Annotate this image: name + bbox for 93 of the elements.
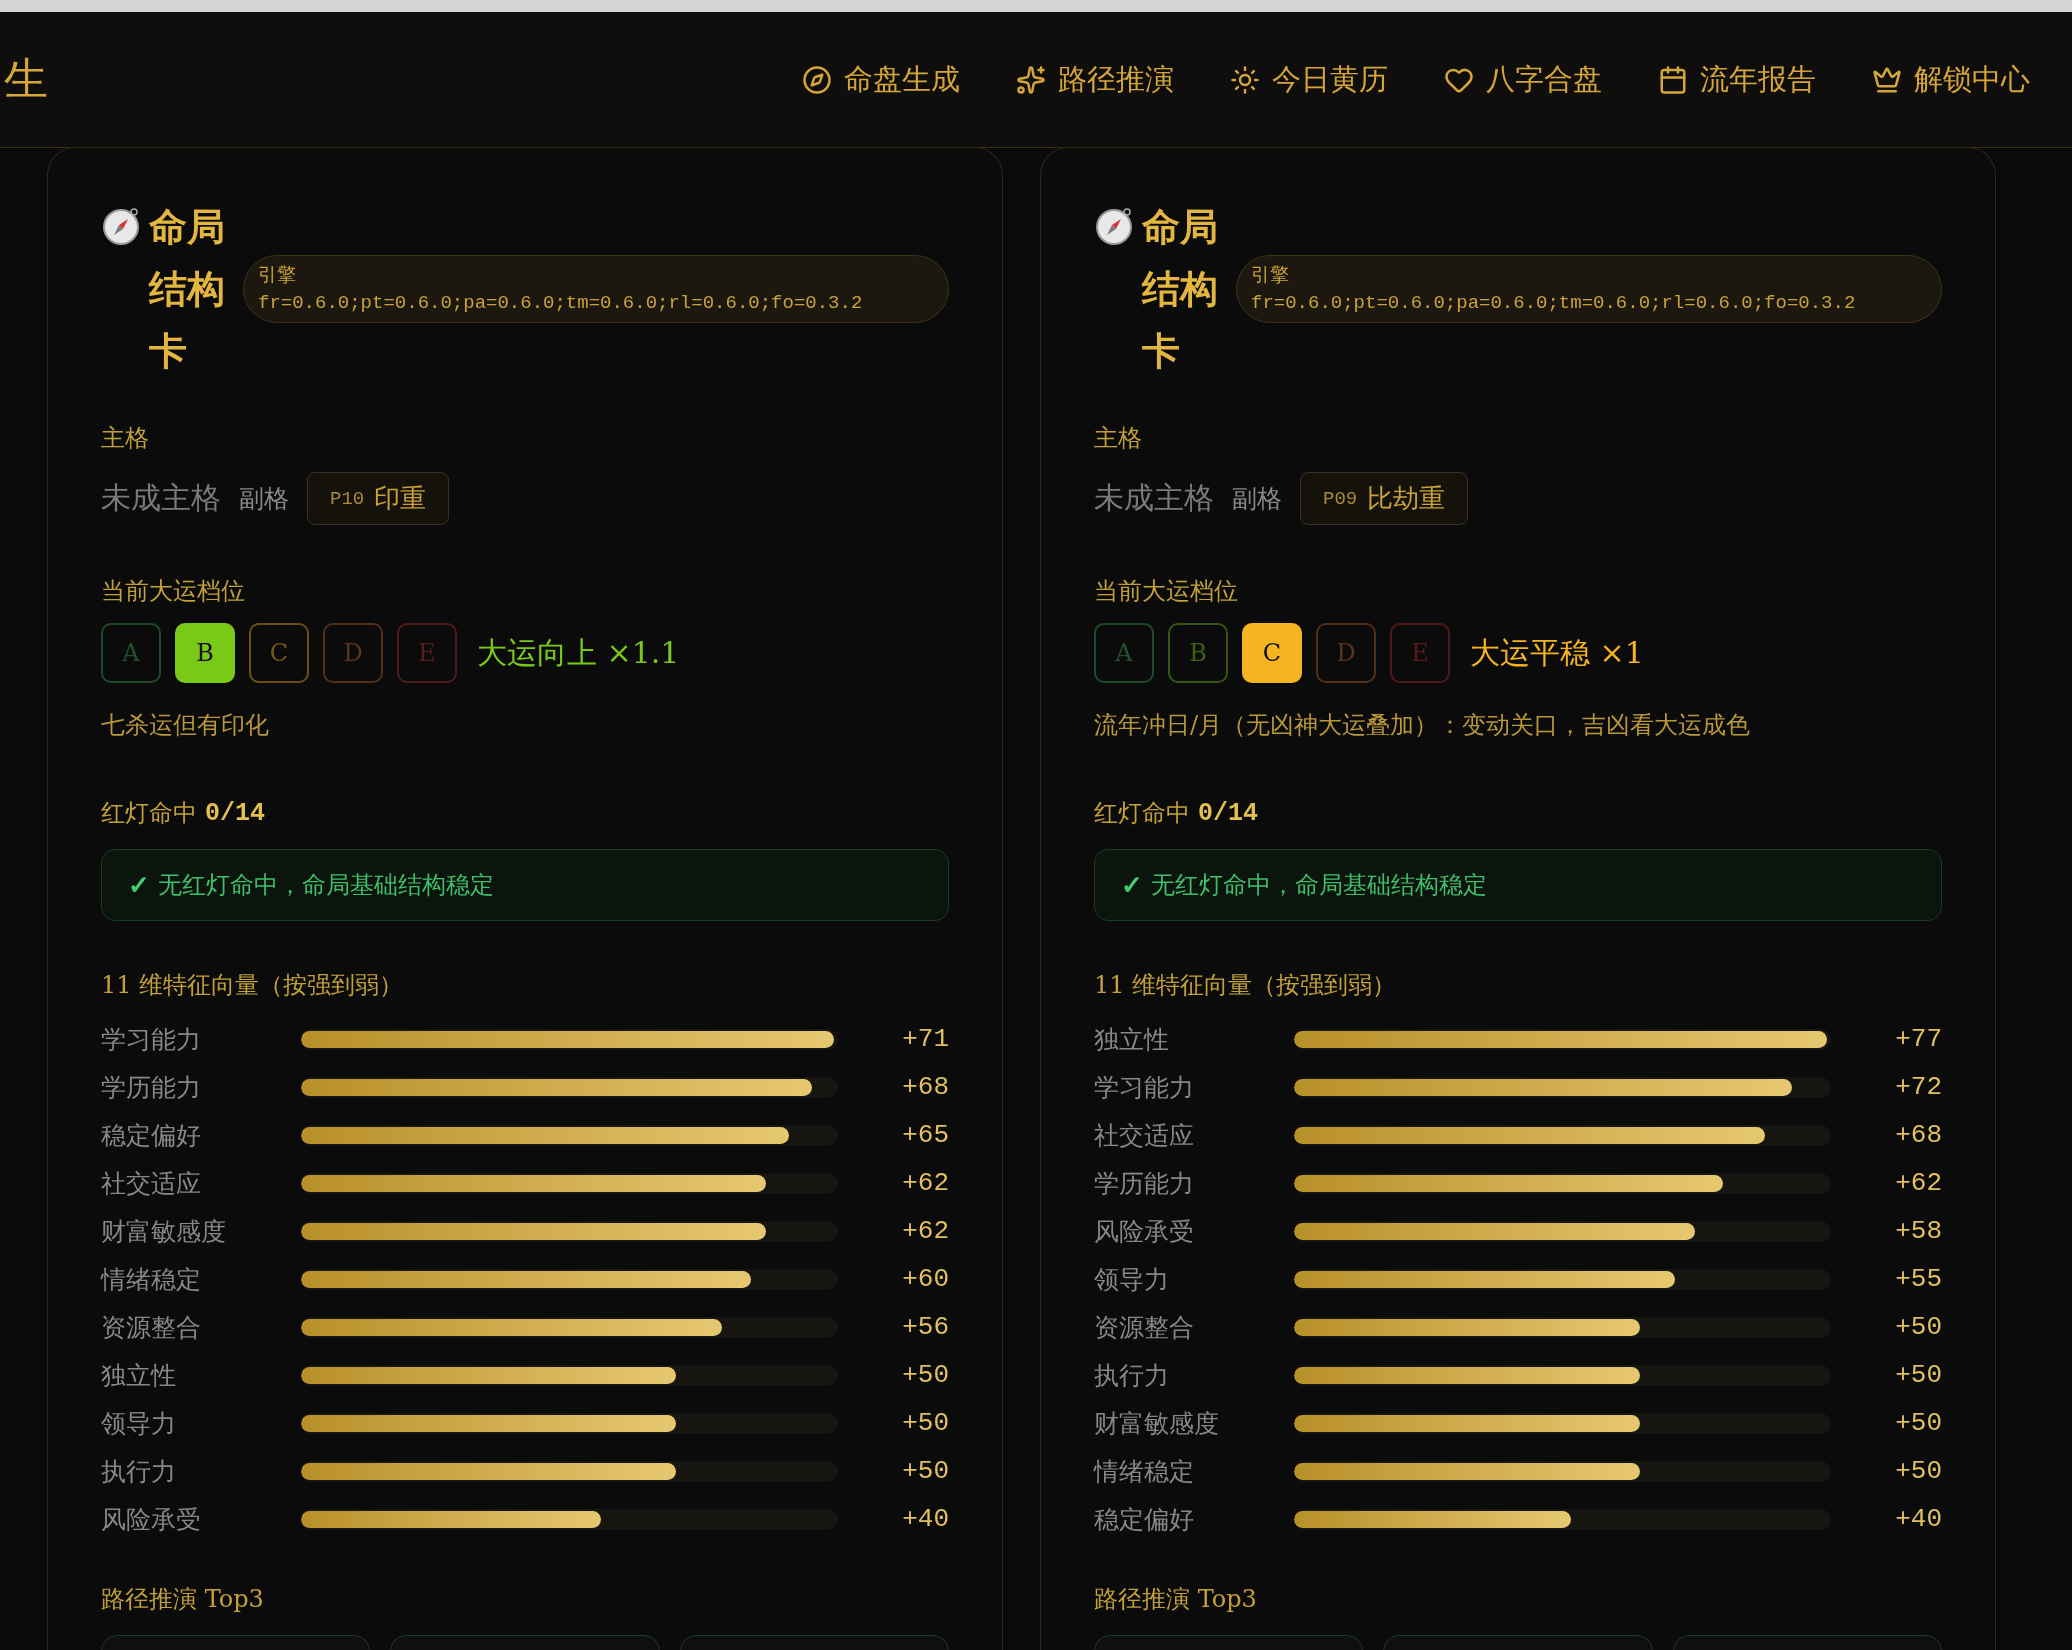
tag-code: P09 [1323,487,1358,510]
main-pattern-value: 未成主格 [101,479,221,517]
nav-link[interactable]: 流年报告 [1658,59,1816,100]
trait-name: 领导力 [101,1407,177,1440]
trait-name: 执行力 [1094,1359,1170,1392]
trait-name: 学习能力 [1094,1071,1195,1104]
trait-score: +50 [1894,1456,1942,1486]
section-label: 当前大运档位 [1094,576,1239,607]
tag-name: 比劫重 [1367,482,1446,515]
trait-name: 学习能力 [101,1023,202,1056]
grade-button[interactable]: B [175,623,235,683]
trait-name: 社交适应 [1094,1119,1195,1152]
trait-name: 风险承受 [101,1503,202,1536]
trait-score: +40 [1894,1504,1942,1534]
trait-score: +56 [901,1312,949,1342]
sun-icon [1230,64,1260,95]
engine-label: 引擎 [258,262,297,287]
section-label: 主格 [101,423,150,454]
nav-link[interactable]: 今日黄历 [1230,59,1388,100]
compass-icon [802,64,832,95]
trait-name: 稳定偏好 [101,1119,202,1152]
trait-score: +55 [1894,1264,1942,1294]
trait-name: 风险承受 [1094,1215,1195,1248]
grade-button[interactable]: C [1242,623,1302,683]
trait-name: 财富敏感度 [101,1215,227,1248]
tag-code: P10 [330,487,365,510]
luck-note: 七杀运但有印化 [101,710,270,741]
trait-score: +68 [1894,1120,1942,1150]
trait-score: +50 [1894,1360,1942,1390]
trait-score: +40 [901,1504,949,1534]
trait-name: 独立性 [101,1359,177,1392]
trait-name: 执行力 [101,1455,177,1488]
trait-name: 领导力 [1094,1263,1170,1296]
alert-message: 无红灯命中，命局基础结构稳定 [1151,870,1487,901]
section-label: 路径推演 Top3 [101,1584,265,1615]
section-label: 路径推演 Top3 [1094,1584,1258,1615]
nav-link[interactable]: 八字合盘 [1444,59,1602,100]
tag-name: 印重 [374,482,427,515]
trait-score: +50 [901,1456,949,1486]
alert-message: 无红灯命中，命局基础结构稳定 [158,870,494,901]
trait-score: +50 [1894,1312,1942,1342]
nav-link[interactable]: 命盘生成 [802,59,960,100]
trait-name: 情绪稳定 [1094,1455,1195,1488]
trait-name: 财富敏感度 [1094,1407,1220,1440]
secondary-label: 副格 [1232,483,1282,515]
warning-hit-label: 红灯命中 [101,798,197,829]
trait-score: +71 [901,1024,949,1054]
warning-hit-label: 红灯命中 [1094,798,1190,829]
trait-score: +50 [1894,1408,1942,1438]
logo-text: 生 [4,52,48,106]
trait-name: 稳定偏好 [1094,1503,1195,1536]
trait-score: +50 [901,1408,949,1438]
engine-label: 引擎 [1251,262,1290,287]
trait-name: 学历能力 [101,1071,202,1104]
compass-icon [1094,206,1134,246]
luck-result: 大运向上 ×1.1 [477,633,680,672]
warning-hit-count: 0/14 [205,798,265,828]
trait-score: +65 [901,1120,949,1150]
trait-score: +60 [901,1264,949,1294]
trait-name: 学历能力 [1094,1167,1195,1200]
nav-link[interactable]: 解锁中心 [1872,59,2030,100]
trait-name: 社交适应 [101,1167,202,1200]
trait-name: 资源整合 [1094,1311,1195,1344]
check-mark: ✓ [128,870,150,900]
trait-score: +50 [901,1360,949,1390]
compass-icon [101,206,141,246]
card-title: 命局结构卡 [1142,203,1219,375]
calendar-icon [1658,64,1688,95]
trait-score: +72 [1894,1072,1942,1102]
trait-name: 独立性 [1094,1023,1170,1056]
section-label: 11 维特征向量（按强到弱） [1094,970,1398,1001]
trait-score: +62 [901,1168,949,1198]
secondary-label: 副格 [239,483,289,515]
luck-result: 大运平稳 ×1 [1470,633,1644,672]
trait-score: +77 [1894,1024,1942,1054]
section-label: 11 维特征向量（按强到弱） [101,970,405,1001]
trait-score: +62 [1894,1168,1942,1198]
card-title: 命局结构卡 [149,203,226,375]
warning-hit-count: 0/14 [1198,798,1258,828]
trait-score: +58 [1894,1216,1942,1246]
luck-note: 流年冲日/月（无凶神大运叠加）：变动关口，吉凶看大运成色 [1094,710,1752,741]
trait-name: 资源整合 [101,1311,202,1344]
engine-version: fr=0.6.0;pt=0.6.0;pa=0.6.0;tm=0.6.0;rl=0.6.0;fo=0.3.2 [258,292,864,314]
sparkles-icon [1016,64,1046,95]
main-pattern-value: 未成主格 [1094,479,1214,517]
check-mark: ✓ [1121,870,1143,900]
section-label: 主格 [1094,423,1143,454]
section-label: 当前大运档位 [101,576,246,607]
trait-score: +68 [901,1072,949,1102]
trait-name: 情绪稳定 [101,1263,202,1296]
engine-version: fr=0.6.0;pt=0.6.0;pa=0.6.0;tm=0.6.0;rl=0.6.0;fo=0.3.2 [1251,292,1857,314]
nav-link[interactable]: 路径推演 [1016,59,1174,100]
trait-score: +62 [901,1216,949,1246]
